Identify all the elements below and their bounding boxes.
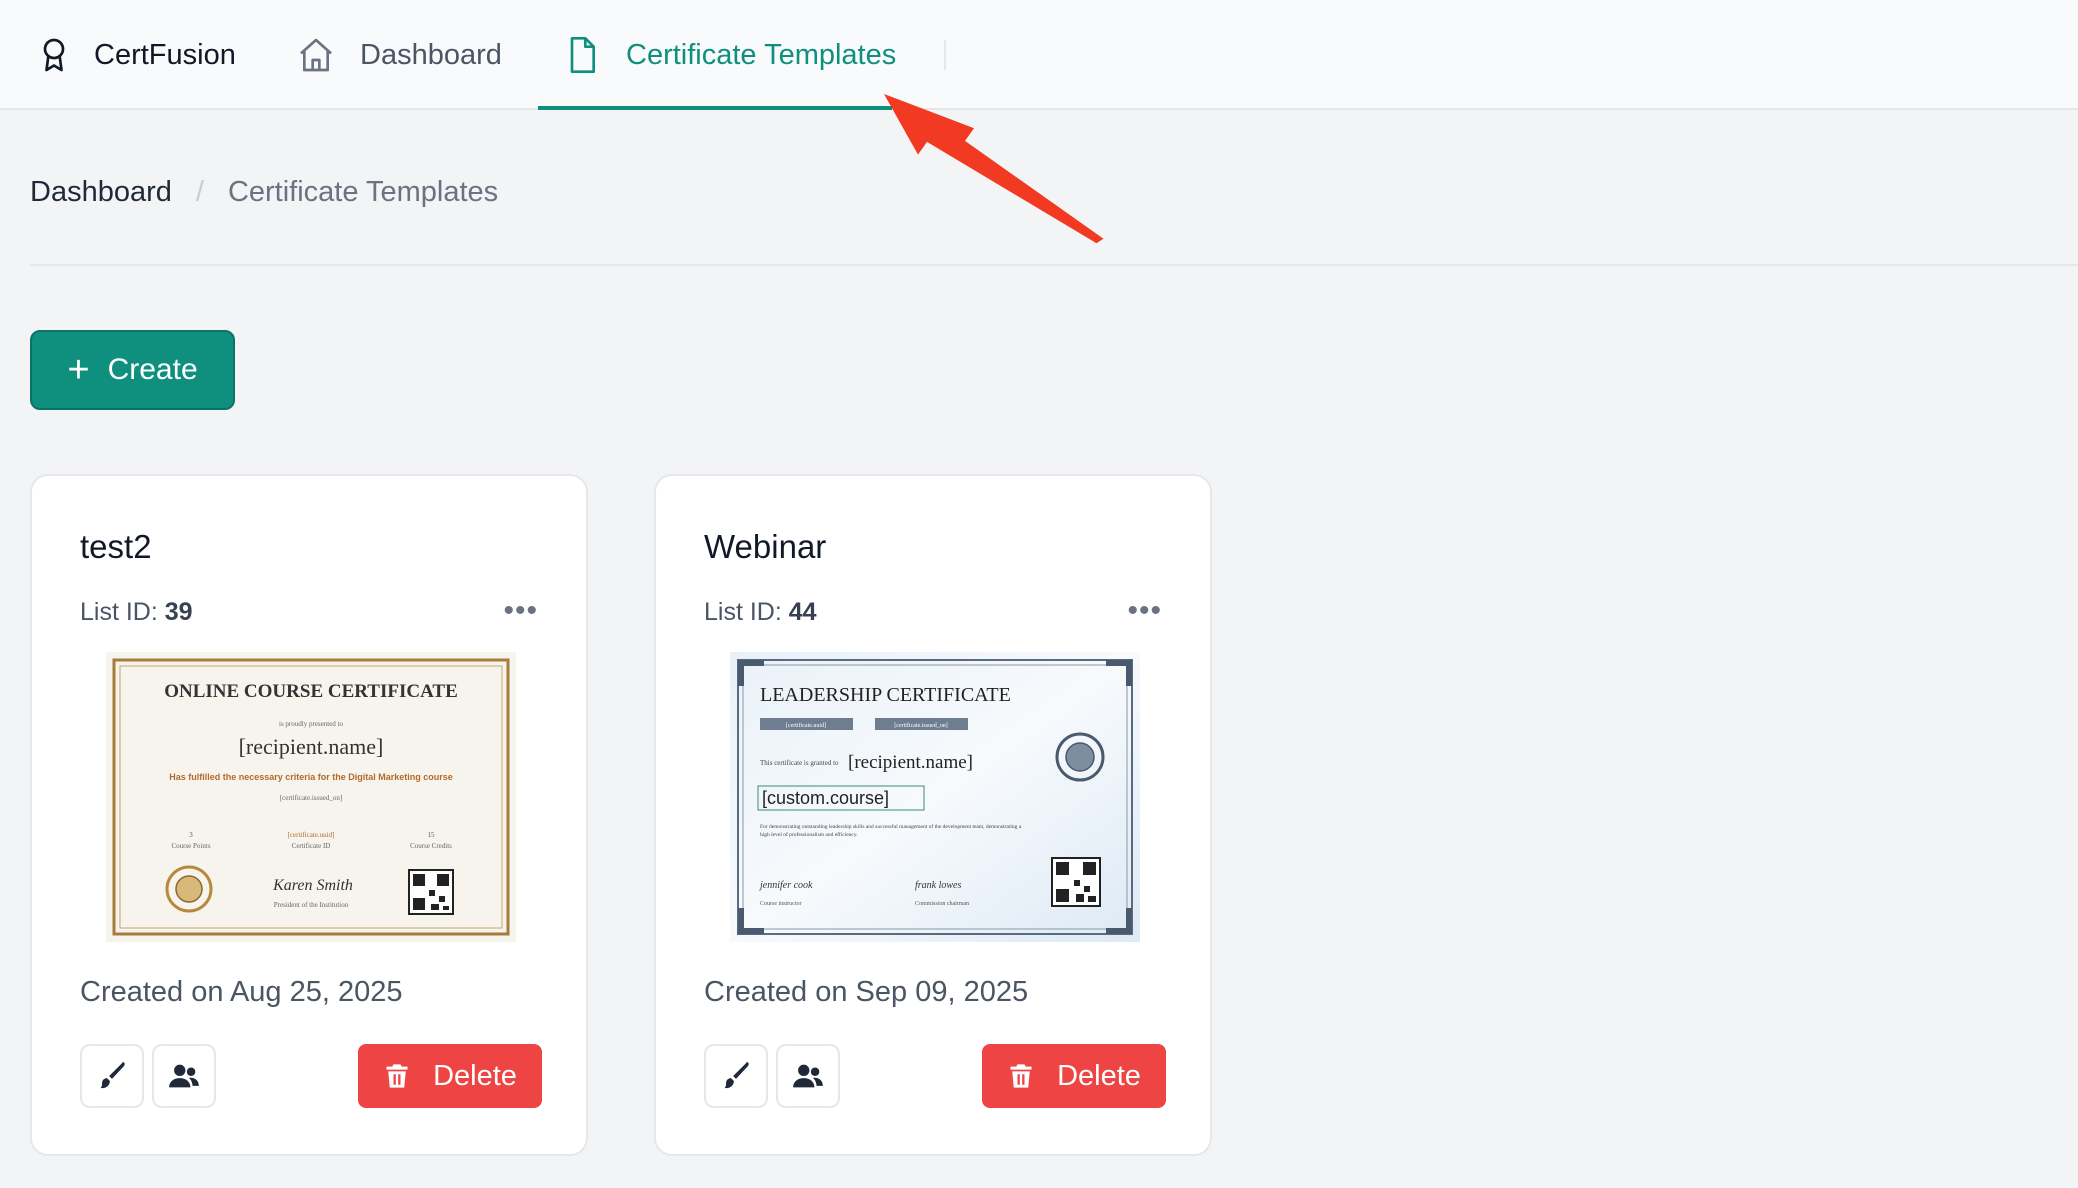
plus-icon: +: [67, 349, 90, 391]
card-title: Webinar: [704, 528, 827, 565]
svg-text:frank lowes: frank lowes: [915, 880, 961, 891]
svg-text:[recipient.name]: [recipient.name]: [848, 752, 973, 773]
more-icon[interactable]: •••: [1127, 594, 1162, 628]
list-id: List ID: 44: [704, 598, 817, 626]
svg-text:This certificate is granted to: This certificate is granted to: [760, 759, 839, 767]
brush-icon: [100, 1062, 125, 1089]
svg-text:jennifer cook: jennifer cook: [758, 880, 813, 891]
divider: [30, 264, 2078, 266]
svg-text:Certificate ID: Certificate ID: [292, 842, 331, 850]
template-card: test2 List ID: 39 ••• ONLINE COURSE CERT…: [30, 474, 588, 1156]
svg-text:Has fulfilled the necessary cr: Has fulfilled the necessary criteria for…: [169, 772, 453, 782]
svg-text:[certificate.issued_on]: [certificate.issued_on]: [280, 794, 342, 802]
svg-text:15: 15: [428, 831, 436, 839]
trash-icon: [1010, 1064, 1032, 1088]
users-icon: [169, 1064, 199, 1088]
template-card: Webinar List ID: 44 ••• LEADERSHIP CERTI…: [654, 474, 1212, 1156]
svg-text:Course Credits: Course Credits: [410, 842, 452, 850]
breadcrumb: Dashboard / Certificate Templates: [30, 176, 498, 209]
recipients-button[interactable]: [152, 1044, 216, 1108]
certificate-preview[interactable]: LEADERSHIP CERTIFICATE [certificate.uuid…: [730, 652, 1140, 942]
svg-text:Course Points: Course Points: [171, 842, 210, 850]
svg-text:For demonstrating outstanding: For demonstrating outstanding leadership…: [760, 823, 1022, 830]
trash-icon: [386, 1064, 408, 1088]
more-icon[interactable]: •••: [503, 594, 538, 628]
svg-text:Course instructor: Course instructor: [760, 901, 802, 907]
delete-label: Delete: [1057, 1059, 1141, 1092]
svg-text:high level of professionalism: high level of professionalism and effici…: [760, 831, 858, 838]
create-label: Create: [107, 353, 198, 386]
created-date: Created on Aug 25, 2025: [80, 976, 403, 1008]
edit-design-button[interactable]: [704, 1044, 768, 1108]
svg-text:LEADERSHIP CERTIFICATE: LEADERSHIP CERTIFICATE: [760, 684, 1011, 706]
certificate-preview[interactable]: ONLINE COURSE CERTIFICATE is proudly pre…: [106, 652, 516, 942]
recipients-button[interactable]: [776, 1044, 840, 1108]
breadcrumb-separator: /: [195, 176, 204, 208]
svg-text:President of the Institution: President of the Institution: [274, 901, 349, 909]
svg-text:is proudly presented to: is proudly presented to: [279, 720, 343, 728]
brush-icon: [724, 1062, 749, 1089]
breadcrumb-dashboard[interactable]: Dashboard: [30, 176, 172, 209]
svg-text:Karen Smith: Karen Smith: [272, 877, 353, 894]
delete-button[interactable]: Delete: [982, 1044, 1166, 1108]
svg-text:[recipient.name]: [recipient.name]: [239, 734, 384, 759]
created-date: Created on Sep 09, 2025: [704, 976, 1029, 1008]
list-id: List ID: 39: [80, 598, 193, 626]
svg-text:3: 3: [189, 831, 193, 839]
svg-text:Commission chairman: Commission chairman: [915, 901, 969, 907]
breadcrumb-current: Certificate Templates: [227, 176, 499, 208]
card-title: test2: [80, 528, 152, 565]
users-icon: [793, 1064, 823, 1088]
svg-text:[certificate.uuid]: [certificate.uuid]: [288, 831, 335, 839]
list-id-value: 39: [164, 598, 193, 626]
svg-text:[certificate.issued_on]: [certificate.issued_on]: [894, 722, 947, 729]
delete-button[interactable]: Delete: [358, 1044, 542, 1108]
edit-design-button[interactable]: [80, 1044, 144, 1108]
list-id-value: 44: [788, 598, 817, 626]
svg-text:[certificate.uuid]: [certificate.uuid]: [786, 722, 826, 729]
svg-text:[custom.course]: [custom.course]: [762, 788, 889, 808]
delete-label: Delete: [433, 1059, 517, 1092]
svg-text:ONLINE COURSE CERTIFICATE: ONLINE COURSE CERTIFICATE: [164, 681, 458, 702]
create-button[interactable]: + Create: [30, 330, 235, 410]
